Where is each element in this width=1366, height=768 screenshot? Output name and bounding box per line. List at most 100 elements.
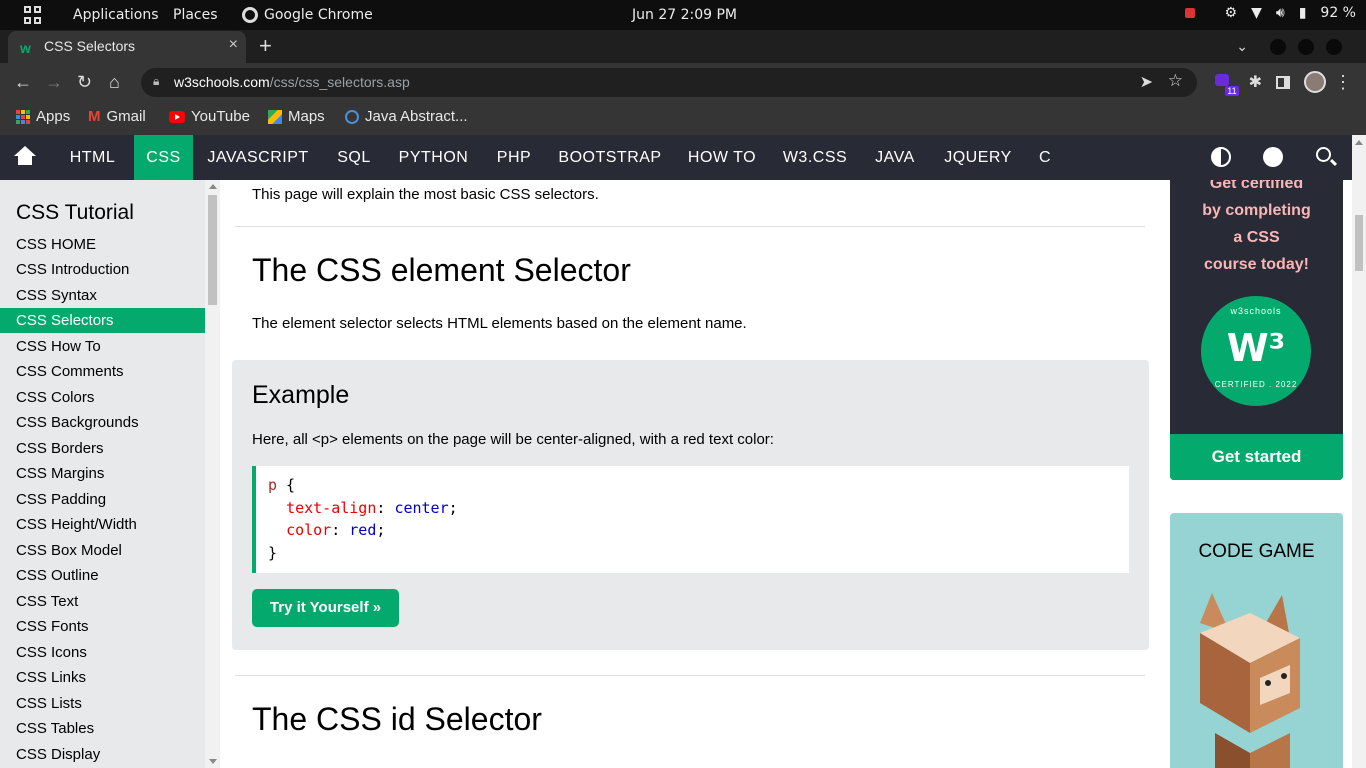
example-heading: Example [252,381,350,409]
browser-tab[interactable]: w CSS Selectors × [8,31,246,63]
sidebar-item[interactable]: CSS Fonts [0,614,205,639]
nav-jquery[interactable]: JQUERY [939,135,1017,180]
sidebar-item[interactable]: CSS Margins [0,461,205,486]
clock[interactable]: Jun 27 2:09 PM [632,7,737,23]
sidebar-item[interactable]: CSS Padding [0,487,205,512]
try-it-yourself-button[interactable]: Try it Yourself » [252,589,399,627]
id-selector-heading: The CSS id Selector [252,701,542,737]
sidebar-item[interactable]: CSS Box Model [0,538,205,563]
sidebar-item[interactable]: CSS Introduction [0,257,205,282]
window-controls: ⌄ [1236,38,1342,55]
code-game-ad[interactable]: CODE GAME [1170,513,1343,768]
bookmark-apps[interactable]: Apps [16,108,70,125]
sidebar-item-active[interactable]: CSS Selectors [0,308,205,333]
gmail-icon: M [88,108,101,125]
sidebar-item[interactable]: CSS Links [0,665,205,690]
certified-badge-icon: w3schools W³ CERTIFIED . 2022 [1201,296,1311,406]
sidebar-item[interactable]: CSS Height/Width [0,512,205,537]
get-started-button[interactable]: Get started [1170,434,1343,480]
bookmark-youtube[interactable]: YouTube [169,108,250,125]
wifi-icon: ▼ [1251,5,1262,21]
system-tray[interactable]: ⚙ ▼ 🔊︎ ▮ 92 % [1184,5,1356,21]
maximize-button[interactable] [1298,38,1314,55]
apps-grid-icon [16,109,30,124]
reload-icon[interactable]: ↻ [77,72,92,93]
close-window-button[interactable] [1326,38,1342,55]
minimize-button[interactable] [1270,38,1286,55]
nav-java[interactable]: JAVA [867,135,923,180]
bookmark-maps[interactable]: Maps [268,108,325,125]
nav-html[interactable]: HTML [54,135,131,180]
sidebar-item[interactable]: CSS Display [0,742,205,767]
home-icon[interactable]: ⌂ [109,72,120,93]
nav-php[interactable]: PHP [490,135,538,180]
volume-icon: 🔊︎ [1275,5,1285,21]
globe-icon[interactable] [1263,147,1283,167]
bookmark-gmail[interactable]: M Gmail [88,108,146,125]
settings-icon[interactable]: ⚙ [1225,5,1238,21]
sidebar-item[interactable]: CSS Outline [0,563,205,588]
intro-text: This page will explain the most basic CS… [252,186,599,203]
omnibox[interactable]: 🔒︎ w3schools.com/css/css_selectors.asp ➤… [141,68,1197,97]
chrome-menu-icon[interactable]: ⋮ [1334,72,1352,93]
sidebar-item[interactable]: CSS Text [0,589,205,614]
search-icon[interactable] [1316,147,1331,162]
close-tab-icon[interactable]: × [229,36,238,54]
extensions-puzzle-icon[interactable]: ✱ [1249,72,1262,92]
active-app-label: Google Chrome [264,7,373,23]
lynx-mascot-icon [1200,593,1300,768]
activities-grid-icon[interactable] [24,6,42,24]
places-menu[interactable]: Places [173,7,218,23]
sidebar-item[interactable]: CSS HOME [0,232,205,257]
bookmark-java[interactable]: Java Abstract... [345,108,468,125]
w3schools-favicon-icon: w [20,40,31,56]
maps-icon [268,109,282,124]
share-icon[interactable]: ➤ [1140,72,1153,92]
sidebar-item[interactable]: CSS Syntax [0,283,205,308]
code-game-title: CODE GAME [1198,541,1315,562]
sidebar-item[interactable]: CSS How To [0,334,205,359]
home-icon[interactable] [14,146,36,168]
element-selector-desc: The element selector selects HTML elemen… [252,315,747,332]
ad-column: Get certified by completing a CSS course… [1165,180,1352,768]
sidebar-item[interactable]: CSS Tables [0,716,205,741]
sidebar-item[interactable]: CSS Comments [0,359,205,384]
element-selector-heading: The CSS element Selector [252,252,631,288]
active-app-menu[interactable]: Google Chrome [242,7,373,23]
nav-howto[interactable]: HOW TO [682,135,762,180]
certification-ad[interactable]: Get certified by completing a CSS course… [1170,180,1343,480]
sidebar-item[interactable]: CSS Backgrounds [0,410,205,435]
nav-python[interactable]: PYTHON [391,135,476,180]
page-scrollbar[interactable] [1352,135,1366,768]
tab-search-chevron-icon[interactable]: ⌄ [1236,38,1248,55]
nav-c[interactable]: C [1035,135,1055,180]
forward-arrow-icon[interactable]: → [45,72,63,93]
sidebar-item[interactable]: CSS Icons [0,640,205,665]
sidebar-item[interactable]: CSS Colors [0,385,205,410]
os-top-bar: Applications Places Google Chrome Jun 27… [0,0,1366,30]
nav-w3css[interactable]: W3.CSS [777,135,853,180]
example-desc: Here, all <p> elements on the page will … [252,431,774,448]
url-text[interactable]: w3schools.com/css/css_selectors.asp [174,74,410,90]
sidebar-scrollbar[interactable] [205,180,220,768]
profile-avatar[interactable] [1304,71,1326,93]
sidebar-item[interactable]: CSS Lists [0,691,205,716]
applications-menu[interactable]: Applications [73,7,159,23]
sidebar-item[interactable]: CSS Borders [0,436,205,461]
nav-css[interactable]: CSS [134,135,193,180]
lock-icon[interactable]: 🔒︎ [153,74,159,89]
new-tab-button[interactable]: + [259,33,272,59]
notification-icon[interactable] [1184,8,1195,18]
side-panel-icon[interactable] [1276,75,1290,89]
nav-javascript[interactable]: JAVASCRIPT [200,135,316,180]
nav-sql[interactable]: SQL [330,135,378,180]
back-arrow-icon[interactable]: ← [14,72,32,93]
dark-mode-icon[interactable] [1211,147,1231,167]
bookmarks-bar: Apps M Gmail YouTube Maps Java Abstract..… [0,101,1366,135]
nav-bootstrap[interactable]: BOOTSTRAP [553,135,667,180]
bookmark-star-icon[interactable]: ☆ [1168,71,1183,91]
cert-text: Get certified by completing a CSS course… [1202,180,1311,273]
extension-icon[interactable]: 11 [1214,72,1239,96]
address-toolbar: ← → ↻ ⌂ 🔒︎ w3schools.com/css/css_selecto… [0,63,1366,101]
tab-strip: w CSS Selectors × ⌄ [0,30,1366,63]
